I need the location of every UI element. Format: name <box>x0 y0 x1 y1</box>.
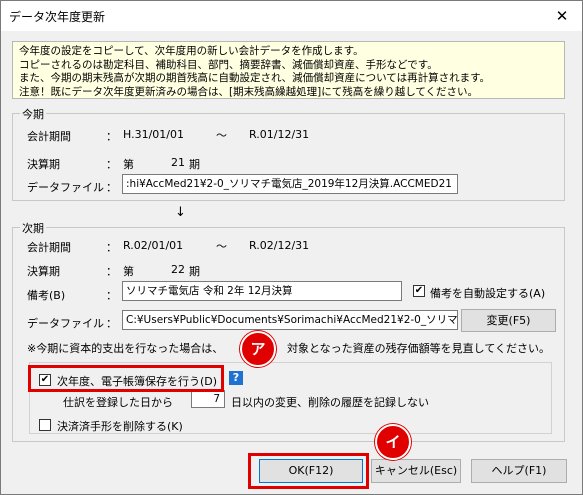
colon: ： <box>106 317 117 330</box>
next-period-end: R.02/12/31 <box>249 239 310 252</box>
delete-bills-checkbox[interactable] <box>39 419 51 431</box>
next-term-prefix: 第 <box>123 265 134 278</box>
colon: ： <box>106 289 117 302</box>
ebook-highlight-box <box>28 365 224 392</box>
delete-bills-label: 決済済手形を削除する(K) <box>57 420 183 433</box>
description-line-3: また、今期の期末残高が次期の期首残高に自動設定され、減価償却資産については再計算… <box>19 72 491 84</box>
colon: ： <box>106 241 117 254</box>
colon: ： <box>106 158 117 171</box>
window-title: データ次年度更新 <box>9 10 106 24</box>
next-file-field: C:¥Users¥Public¥Documents¥Sorimachi¥AccM… <box>122 310 458 330</box>
registration-suffix: 日以内の変更、削除の履歴を記録しない <box>231 396 429 409</box>
change-file-button[interactable]: 変更(F5) <box>461 309 556 332</box>
current-period-label: 会計期間 <box>27 130 71 143</box>
current-file-label: データファイル <box>27 181 104 194</box>
auto-memo-checkbox[interactable]: ✔ <box>413 285 425 297</box>
dialog-window: データ次年度更新 ✕ 今年度の設定をコピーして、次年度用の新しい会計データを作成… <box>0 0 583 495</box>
title-bar: データ次年度更新 ✕ <box>1 1 582 31</box>
colon: ： <box>106 181 117 194</box>
current-term-label: 決算期 <box>27 158 60 171</box>
ok-highlight-box <box>248 453 369 489</box>
next-term-label: 決算期 <box>27 265 60 278</box>
close-icon[interactable]: ✕ <box>542 1 582 31</box>
days-input[interactable]: 7 <box>191 390 225 408</box>
help-button[interactable]: ヘルプ(F1) <box>471 459 567 483</box>
cancel-button[interactable]: キャンセル(Esc) <box>371 459 461 483</box>
description-line-1: 今年度の設定をコピーして、次年度用の新しい会計データを作成します。 <box>19 45 364 57</box>
next-term-number: 22 <box>171 263 185 276</box>
registration-prefix: 仕訳を登録した日から <box>63 396 173 409</box>
next-period-group-label: 次期 <box>20 220 46 236</box>
current-term-number: 21 <box>171 156 185 169</box>
next-period-start: R.02/01/01 <box>123 239 184 252</box>
colon: ： <box>106 130 117 143</box>
colon: ： <box>106 265 117 278</box>
current-period-end: R.01/12/31 <box>249 128 310 141</box>
current-term-prefix: 第 <box>123 158 134 171</box>
annotation-marker-a: ア <box>240 331 276 367</box>
next-file-label: データファイル <box>27 317 104 330</box>
description-box: 今年度の設定をコピーして、次年度用の新しい会計データを作成します。 コピーされる… <box>12 41 565 99</box>
description-line-2: コピーされるのは勘定科目、補助科目、部門、摘要辞書、減価償却資産、手形などです。 <box>19 58 438 71</box>
auto-memo-label: 備考を自動設定する(A) <box>430 287 546 300</box>
description-line-4: 注意！既にデータ次年度更新済みの場合は、[期末残高繰越処理]にて残高を繰り越して… <box>19 85 479 98</box>
current-period-tilde: ～ <box>216 129 227 142</box>
annotation-marker-i: イ <box>375 424 411 460</box>
help-icon[interactable]: ? <box>229 371 243 385</box>
current-term-suffix: 期 <box>189 158 200 171</box>
next-period-label: 会計期間 <box>27 241 71 254</box>
current-file-field: :hi¥AccMed21¥2-0_ソリマチ電気店_2019年12月決算.ACCM… <box>122 174 458 194</box>
next-term-suffix: 期 <box>189 265 200 278</box>
capital-expenditure-note-start: ※今期に資本的支出を行なった場合は、 <box>27 342 224 355</box>
down-arrow: ↓ <box>175 205 186 220</box>
current-period-start: H.31/01/01 <box>123 128 184 141</box>
current-period-group-label: 今期 <box>20 106 46 122</box>
next-period-tilde: ～ <box>216 240 227 253</box>
capital-expenditure-note-end: 対象となった資産の残存価額等を見直してください。 <box>287 342 551 355</box>
memo-label: 備考(B) <box>27 289 66 302</box>
memo-input[interactable]: ソリマチ電気店 令和 2年 12月決算 <box>122 281 402 301</box>
